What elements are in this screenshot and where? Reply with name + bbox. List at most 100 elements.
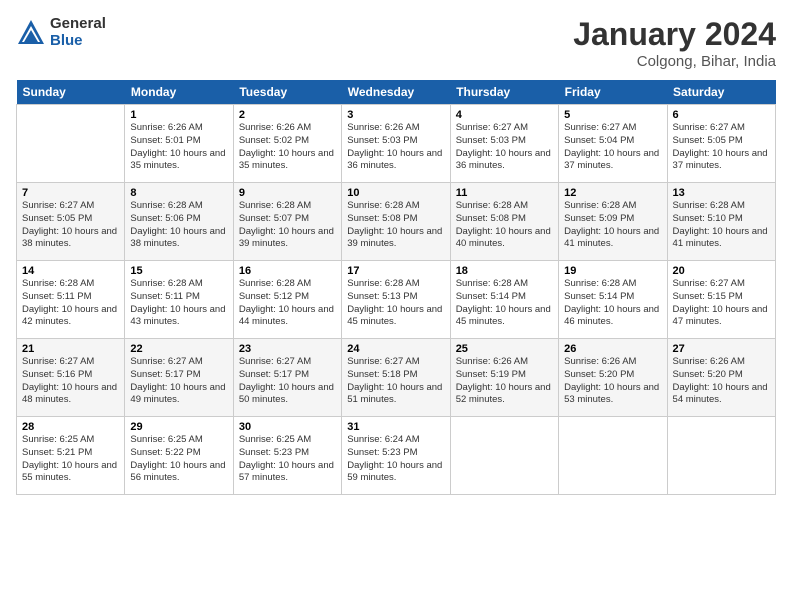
col-saturday: Saturday [667,80,775,105]
calendar-cell: 29Sunrise: 6:25 AM Sunset: 5:22 PM Dayli… [125,417,233,495]
day-number: 27 [673,343,770,355]
day-number: 17 [347,265,444,277]
day-info: Sunrise: 6:27 AM Sunset: 5:18 PM Dayligh… [347,356,444,407]
day-info: Sunrise: 6:24 AM Sunset: 5:23 PM Dayligh… [347,434,444,485]
calendar-cell: 17Sunrise: 6:28 AM Sunset: 5:13 PM Dayli… [342,261,450,339]
col-tuesday: Tuesday [233,80,341,105]
calendar-cell: 26Sunrise: 6:26 AM Sunset: 5:20 PM Dayli… [559,339,667,417]
day-number: 18 [456,265,553,277]
logo-text: General Blue [50,16,106,49]
calendar-week-2: 14Sunrise: 6:28 AM Sunset: 5:11 PM Dayli… [17,261,776,339]
day-info: Sunrise: 6:26 AM Sunset: 5:19 PM Dayligh… [456,356,553,407]
calendar-cell: 25Sunrise: 6:26 AM Sunset: 5:19 PM Dayli… [450,339,558,417]
calendar-cell: 13Sunrise: 6:28 AM Sunset: 5:10 PM Dayli… [667,183,775,261]
day-number: 1 [130,109,227,121]
day-info: Sunrise: 6:28 AM Sunset: 5:09 PM Dayligh… [564,200,661,251]
col-friday: Friday [559,80,667,105]
calendar-cell: 9Sunrise: 6:28 AM Sunset: 5:07 PM Daylig… [233,183,341,261]
day-info: Sunrise: 6:27 AM Sunset: 5:17 PM Dayligh… [239,356,336,407]
day-number: 12 [564,187,661,199]
day-number: 29 [130,421,227,433]
calendar-cell: 18Sunrise: 6:28 AM Sunset: 5:14 PM Dayli… [450,261,558,339]
calendar-cell [667,417,775,495]
col-wednesday: Wednesday [342,80,450,105]
calendar-week-4: 28Sunrise: 6:25 AM Sunset: 5:21 PM Dayli… [17,417,776,495]
day-info: Sunrise: 6:27 AM Sunset: 5:15 PM Dayligh… [673,278,770,329]
day-number: 13 [673,187,770,199]
day-number: 3 [347,109,444,121]
day-info: Sunrise: 6:28 AM Sunset: 5:11 PM Dayligh… [130,278,227,329]
day-info: Sunrise: 6:28 AM Sunset: 5:07 PM Dayligh… [239,200,336,251]
day-info: Sunrise: 6:25 AM Sunset: 5:23 PM Dayligh… [239,434,336,485]
calendar-cell: 1Sunrise: 6:26 AM Sunset: 5:01 PM Daylig… [125,105,233,183]
day-number: 15 [130,265,227,277]
day-number: 9 [239,187,336,199]
day-number: 19 [564,265,661,277]
header: General Blue January 2024 Colgong, Bihar… [16,16,776,70]
calendar-cell: 3Sunrise: 6:26 AM Sunset: 5:03 PM Daylig… [342,105,450,183]
calendar-cell: 31Sunrise: 6:24 AM Sunset: 5:23 PM Dayli… [342,417,450,495]
day-number: 22 [130,343,227,355]
day-number: 30 [239,421,336,433]
calendar-body: 1Sunrise: 6:26 AM Sunset: 5:01 PM Daylig… [17,105,776,495]
calendar-cell: 24Sunrise: 6:27 AM Sunset: 5:18 PM Dayli… [342,339,450,417]
calendar-cell [450,417,558,495]
day-number: 2 [239,109,336,121]
day-number: 24 [347,343,444,355]
day-info: Sunrise: 6:26 AM Sunset: 5:02 PM Dayligh… [239,122,336,173]
day-info: Sunrise: 6:28 AM Sunset: 5:11 PM Dayligh… [22,278,119,329]
calendar-cell: 21Sunrise: 6:27 AM Sunset: 5:16 PM Dayli… [17,339,125,417]
month-title: January 2024 [573,16,776,53]
day-info: Sunrise: 6:27 AM Sunset: 5:05 PM Dayligh… [22,200,119,251]
logo: General Blue [16,16,106,49]
calendar-cell [17,105,125,183]
day-info: Sunrise: 6:26 AM Sunset: 5:20 PM Dayligh… [673,356,770,407]
calendar-cell: 11Sunrise: 6:28 AM Sunset: 5:08 PM Dayli… [450,183,558,261]
calendar-cell: 12Sunrise: 6:28 AM Sunset: 5:09 PM Dayli… [559,183,667,261]
calendar-cell: 7Sunrise: 6:27 AM Sunset: 5:05 PM Daylig… [17,183,125,261]
calendar-cell: 27Sunrise: 6:26 AM Sunset: 5:20 PM Dayli… [667,339,775,417]
day-number: 25 [456,343,553,355]
day-number: 16 [239,265,336,277]
day-info: Sunrise: 6:28 AM Sunset: 5:08 PM Dayligh… [456,200,553,251]
day-info: Sunrise: 6:28 AM Sunset: 5:12 PM Dayligh… [239,278,336,329]
day-info: Sunrise: 6:27 AM Sunset: 5:16 PM Dayligh… [22,356,119,407]
calendar-container: General Blue January 2024 Colgong, Bihar… [0,0,792,612]
calendar-cell [559,417,667,495]
calendar-cell: 15Sunrise: 6:28 AM Sunset: 5:11 PM Dayli… [125,261,233,339]
col-sunday: Sunday [17,80,125,105]
calendar-cell: 20Sunrise: 6:27 AM Sunset: 5:15 PM Dayli… [667,261,775,339]
logo-blue-text: Blue [50,33,106,50]
title-section: January 2024 Colgong, Bihar, India [573,16,776,70]
day-number: 28 [22,421,119,433]
calendar-cell: 30Sunrise: 6:25 AM Sunset: 5:23 PM Dayli… [233,417,341,495]
day-number: 4 [456,109,553,121]
day-info: Sunrise: 6:28 AM Sunset: 5:14 PM Dayligh… [564,278,661,329]
day-number: 21 [22,343,119,355]
day-number: 7 [22,187,119,199]
day-info: Sunrise: 6:28 AM Sunset: 5:08 PM Dayligh… [347,200,444,251]
location: Colgong, Bihar, India [573,53,776,70]
col-monday: Monday [125,80,233,105]
day-info: Sunrise: 6:28 AM Sunset: 5:13 PM Dayligh… [347,278,444,329]
day-info: Sunrise: 6:25 AM Sunset: 5:22 PM Dayligh… [130,434,227,485]
calendar-cell: 4Sunrise: 6:27 AM Sunset: 5:03 PM Daylig… [450,105,558,183]
day-number: 26 [564,343,661,355]
day-info: Sunrise: 6:28 AM Sunset: 5:14 PM Dayligh… [456,278,553,329]
logo-icon [16,18,46,48]
day-number: 5 [564,109,661,121]
day-info: Sunrise: 6:26 AM Sunset: 5:20 PM Dayligh… [564,356,661,407]
calendar-cell: 10Sunrise: 6:28 AM Sunset: 5:08 PM Dayli… [342,183,450,261]
day-number: 10 [347,187,444,199]
calendar-header: Sunday Monday Tuesday Wednesday Thursday… [17,80,776,105]
day-number: 8 [130,187,227,199]
day-info: Sunrise: 6:26 AM Sunset: 5:03 PM Dayligh… [347,122,444,173]
day-number: 20 [673,265,770,277]
calendar-table: Sunday Monday Tuesday Wednesday Thursday… [16,80,776,495]
day-info: Sunrise: 6:28 AM Sunset: 5:10 PM Dayligh… [673,200,770,251]
day-number: 14 [22,265,119,277]
day-info: Sunrise: 6:27 AM Sunset: 5:03 PM Dayligh… [456,122,553,173]
day-info: Sunrise: 6:26 AM Sunset: 5:01 PM Dayligh… [130,122,227,173]
day-info: Sunrise: 6:27 AM Sunset: 5:05 PM Dayligh… [673,122,770,173]
calendar-week-1: 7Sunrise: 6:27 AM Sunset: 5:05 PM Daylig… [17,183,776,261]
